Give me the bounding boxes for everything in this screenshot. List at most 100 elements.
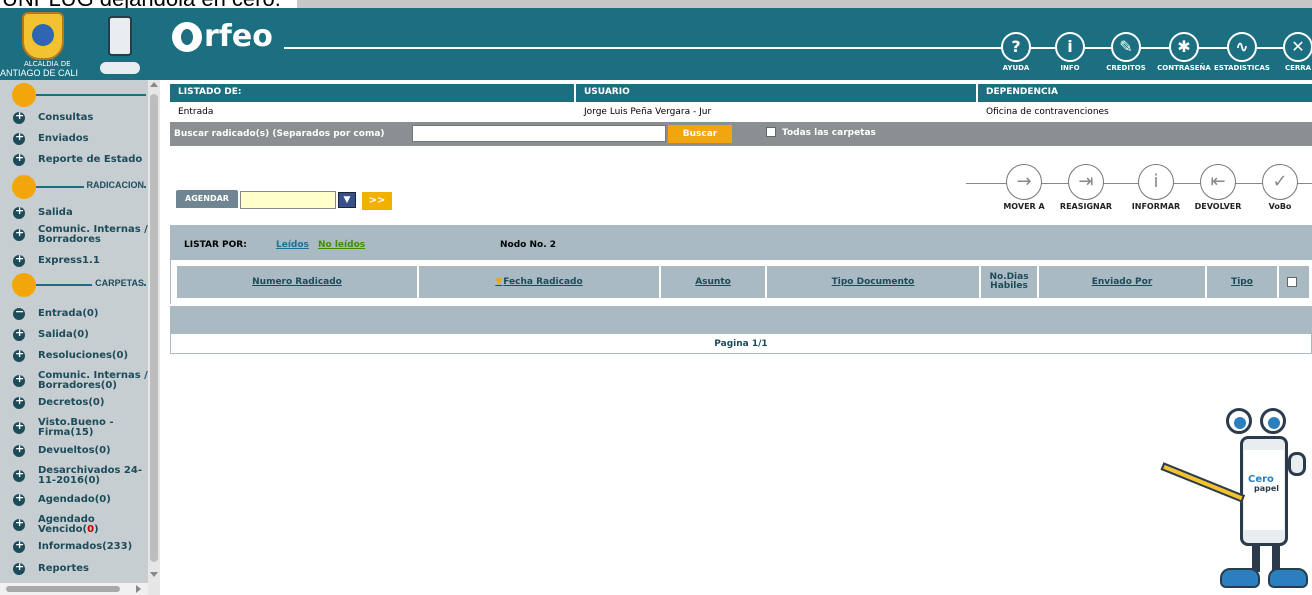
orfeo-o-icon [172, 22, 202, 52]
search-button[interactable]: Buscar [668, 125, 732, 143]
logo-line1: ALCALDÍA DE [24, 60, 71, 68]
expand-icon [13, 326, 25, 341]
all-folders-label: Todas las carpetas [782, 128, 876, 138]
header-btn-ayuda[interactable]: ? AYUDA [988, 32, 1044, 72]
agendar-tab[interactable]: AGENDAR [176, 190, 238, 208]
search-label: Buscar radicado(s) (Separados por coma) [174, 129, 385, 139]
sidebar-item-carp-0[interactable]: Entrada(0) [0, 305, 148, 320]
sidebar-item-label: Enviados [38, 134, 89, 144]
col-fecha-radicado[interactable]: ▼ Fecha Radicado [419, 266, 659, 298]
action-vobo[interactable]: ✓ VoBo [1250, 164, 1310, 211]
sidebar-item-top-1[interactable]: Enviados [0, 130, 148, 145]
sidebar-item-text: Entrada(0) [38, 308, 99, 319]
sidebar-item-label: Comunic. Internas / Borradores [38, 225, 148, 245]
col-numero-radicado[interactable]: Numero Radicado [177, 266, 417, 298]
sidebar-item-text: Agendado(0) [38, 494, 111, 505]
action-informar[interactable]: i INFORMAR [1126, 164, 1186, 211]
all-folders-checkbox[interactable] [766, 127, 776, 137]
filter-leidos-link[interactable]: Leídos [276, 240, 309, 250]
action-devolver[interactable]: ⇤ DEVOLVER [1188, 164, 1248, 211]
expand-icon [13, 109, 25, 124]
nodo-label: Nodo No. 2 [500, 240, 557, 250]
help-icon: ? [1001, 32, 1031, 62]
sidebar-item-label: Informados(233) [38, 542, 132, 552]
collapse-icon [13, 305, 25, 320]
arrow-right-icon: → [1006, 164, 1042, 200]
sidebar-item-rad-0[interactable]: Salida [0, 204, 148, 219]
main-content: LISTADO DE: USUARIO DEPENDENCIA Entrada … [170, 80, 1312, 595]
col-tipo-documento[interactable]: Tipo Documento [767, 266, 979, 298]
info-value-row: Entrada Jorge Luis Peña Vergara - Jur Of… [170, 102, 1312, 120]
sidebar-item-carp-1[interactable]: Salida(0) [0, 326, 148, 341]
sidebar-item-carp-6[interactable]: Devueltos(0) [0, 442, 148, 457]
sidebar-item-label: Resoluciones(0) [38, 351, 128, 361]
sidebar-item-label: Agendado Vencido(0) [38, 515, 148, 535]
sidebar-item-carp-3[interactable]: Comunic. Internas / Borradores(0) [0, 371, 148, 391]
sidebar-item-top-0[interactable]: Consultas [0, 109, 148, 124]
agendar-go-button[interactable]: >> [362, 192, 392, 210]
header-btn-contraseña[interactable]: ✱ CONTRASEÑA [1156, 32, 1212, 72]
sidebar-hscroll-thumb[interactable] [6, 586, 120, 592]
sidebar-item-carp-5[interactable]: Visto.Bueno - Firma(15) [0, 418, 148, 438]
select-all-checkbox[interactable] [1287, 277, 1297, 287]
sidebar-item-carp-9[interactable]: Agendado Vencido(0) [0, 515, 148, 535]
scroll-up-icon[interactable] [150, 82, 158, 87]
scroll-right-icon[interactable] [136, 585, 141, 593]
header-btn-label: INFO [1060, 64, 1080, 72]
sidebar-item-carp-10[interactable]: Informados(233) [0, 538, 148, 553]
sidebar-item-text: Decretos(0) [38, 397, 105, 408]
sidebar-head-carpetas: CARPETAS [0, 272, 148, 298]
col-tipo[interactable]: Tipo [1207, 266, 1277, 298]
col-enviado-por[interactable]: Enviado Por [1039, 266, 1205, 298]
sidebar-item-carp-2[interactable]: Resoluciones(0) [0, 347, 148, 362]
sidebar-item-carp-4[interactable]: Decretos(0) [0, 394, 148, 409]
header-btn-cerra[interactable]: ✕ CERRA [1270, 32, 1312, 72]
agendar-date-input[interactable] [240, 191, 336, 209]
sidebar-item-text: Comunic. Internas / Borradores(0) [38, 370, 148, 391]
chevron-down-icon[interactable] [12, 83, 36, 107]
search-input[interactable] [412, 125, 666, 142]
check-icon: ✓ [1262, 164, 1298, 200]
sidebar-head-menu[interactable] [0, 82, 148, 108]
chevron-down-icon[interactable]: ▼ [338, 192, 356, 208]
sidebar-item-text: Informados(233) [38, 541, 133, 552]
filter-no-leidos-link[interactable]: No leídos [318, 240, 365, 250]
sidebar-item-top-2[interactable]: Reporte de Estado [0, 151, 148, 166]
expand-icon [13, 394, 25, 409]
orfeo-logo: rfeo [172, 22, 273, 52]
sidebar-item-rad-2[interactable]: Express1.1 [0, 252, 148, 267]
header-btn-label: CONTRASEÑA [1157, 64, 1211, 72]
sidebar-item-rad-1[interactable]: Comunic. Internas / Borradores [0, 225, 148, 245]
sidebar-vscroll-thumb[interactable] [150, 94, 158, 562]
reassign-icon: ⇥ [1068, 164, 1104, 200]
expand-icon [13, 151, 25, 166]
action-label: DEVOLVER [1194, 202, 1242, 211]
mascot-shoe [1220, 568, 1260, 588]
col-asunto[interactable]: Asunto [661, 266, 765, 298]
sidebar-item-label: Consultas [38, 113, 93, 123]
action-label: MOVER A [1003, 202, 1045, 211]
header-btn-creditos[interactable]: ✎ CREDITOS [1098, 32, 1154, 72]
header-btn-info[interactable]: i INFO [1042, 32, 1098, 72]
inform-icon: i [1138, 164, 1174, 200]
expand-icon [13, 130, 25, 145]
expand-icon [13, 204, 25, 219]
listado-value: Entrada [178, 107, 214, 117]
close-icon: ✕ [1283, 32, 1312, 62]
sidebar-item-carp-11[interactable]: Reportes [0, 560, 148, 575]
sidebar-item-text: Express1.1 [38, 255, 100, 266]
header-btn-estadisticas[interactable]: ∿ ESTADISTICAS [1214, 32, 1270, 72]
expand-icon [13, 372, 25, 387]
sidebar-item-carp-8[interactable]: Agendado(0) [0, 491, 148, 506]
action-label: REASIGNAR [1059, 202, 1113, 211]
scroll-down-icon[interactable] [150, 572, 158, 577]
sidebar-item-text: Reportes [38, 563, 89, 574]
alcaldia-logo[interactable]: ALCALDÍA DE ANTIAGO DE CALI [0, 8, 160, 80]
sidebar-item-text: Comunic. Internas / Borradores [38, 224, 148, 245]
action-mover-a[interactable]: → MOVER A [994, 164, 1054, 211]
sidebar-item-carp-7[interactable]: Desarchivados 24-11-2016(0) [0, 466, 148, 486]
dependencia-value: Oficina de contravenciones [986, 107, 1109, 117]
expand-icon [13, 538, 25, 553]
orfeo-page: UNPLUG dejándola en cero. ALCALDÍA DE AN… [0, 0, 1312, 595]
action-reasignar[interactable]: ⇥ REASIGNAR [1056, 164, 1116, 211]
